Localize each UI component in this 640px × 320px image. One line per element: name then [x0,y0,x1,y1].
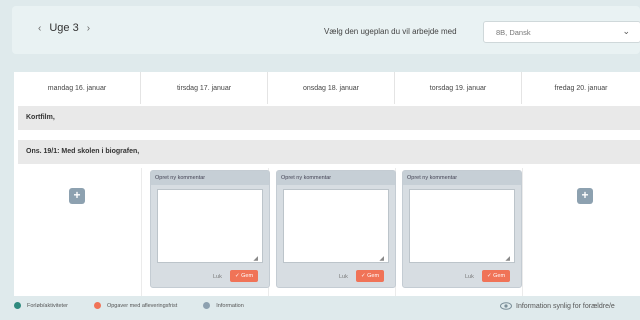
legend-label: Forløb/aktiviteter [27,302,68,309]
resize-handle-icon[interactable]: ◢ [379,255,384,262]
save-button[interactable]: ✓ Gem [230,270,258,282]
gray-dot-icon [203,302,211,309]
visibility-text: Information synlig for forældre/e [516,302,615,310]
activity-banner[interactable]: Kortfilm, [18,106,640,130]
day-header-thursday: torsdag 19. januar [395,72,522,104]
week-plan-select[interactable]: 8B, Dansk ⌄ [483,21,640,43]
week-calendar: mandag 16. januar tirsdag 17. januar ons… [14,72,640,296]
legend-item: Information [203,302,244,309]
save-button[interactable]: ✓ Gem [482,270,510,282]
close-button[interactable]: Luk [213,274,222,280]
comment-card-wednesday: Opret ny kommentar ◢ Luk ✓ Gem [276,170,396,288]
day-header-monday: mandag 16. januar [14,72,141,104]
eye-icon [500,302,512,310]
week-label: Uge 3 [49,22,79,34]
week-plan-select-value: 8B, Dansk [496,28,531,37]
week-plan-header: ‹ Uge 3 › Vælg den ugeplan du vil arbejd… [12,6,640,54]
legend: Forløb/aktiviteter Opgaver med afleverin… [14,302,270,309]
comment-textarea[interactable] [283,189,389,263]
chevron-right-icon[interactable]: › [87,23,90,34]
plus-icon: + [581,188,589,202]
chevron-down-icon: ⌄ [622,26,630,36]
resize-handle-icon[interactable]: ◢ [253,255,258,262]
activity-banner[interactable]: Ons. 19/1: Med skolen i biografen, [18,140,640,164]
legend-item: Forløb/aktiviteter [14,302,68,309]
legend-label: Opgaver med afleveringsfrist [106,302,178,309]
legend-label: Information [216,302,244,309]
orange-dot-icon [93,302,101,309]
close-button[interactable]: Luk [465,274,474,280]
legend-item: Opgaver med afleveringsfrist [93,302,178,309]
day-headers: mandag 16. januar tirsdag 17. januar ons… [14,72,640,104]
teal-dot-icon [14,302,21,309]
plus-icon: + [73,188,81,202]
chevron-left-icon[interactable]: ‹ [38,23,41,34]
comment-card-thursday: Opret ny kommentar ◢ Luk ✓ Gem [402,170,522,288]
week-navigation: ‹ Uge 3 › [38,22,90,34]
comment-card-title: Opret ny kommentar [277,171,395,185]
comment-textarea[interactable] [409,189,515,263]
week-plan-select-label: Vælg den ugeplan du vil arbejde med [324,27,457,36]
comment-card-title: Opret ny kommentar [403,171,521,185]
resize-handle-icon[interactable]: ◢ [505,255,510,262]
column-divider [522,168,523,296]
day-header-wednesday: onsdag 18. januar [268,72,395,104]
save-button[interactable]: ✓ Gem [356,270,384,282]
add-item-button-monday[interactable]: + [69,188,85,204]
day-header-tuesday: tirsdag 17. januar [141,72,268,104]
comment-card-tuesday: Opret ny kommentar ◢ Luk ✓ Gem [150,170,270,288]
close-button[interactable]: Luk [339,274,348,280]
add-item-button-friday[interactable]: + [577,188,593,204]
comment-card-title: Opret ny kommentar [151,171,269,185]
day-header-friday: fredag 20. januar [554,84,608,92]
visibility-info: Information synlig for forældre/e [500,302,640,310]
comment-textarea[interactable] [157,189,263,263]
column-divider [141,168,142,296]
